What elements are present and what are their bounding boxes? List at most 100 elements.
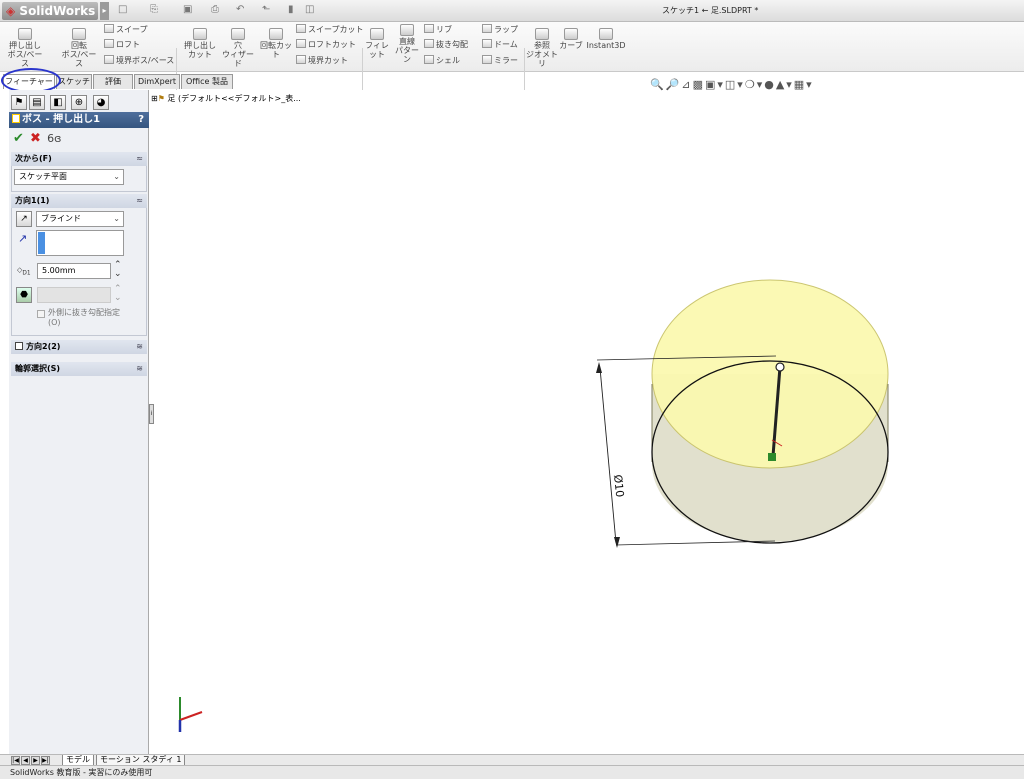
- direction2-group-header[interactable]: 方向2(2) ≋: [11, 340, 147, 354]
- heads-up-view-toolbar[interactable]: 🔍🔎⊿▩▣▾◫▾❍▾●▲▾▦▾: [650, 78, 814, 92]
- tab-sketch[interactable]: スケッチ: [56, 74, 92, 89]
- extrude-boss-button[interactable]: 押し出し ボス/ベース: [6, 28, 44, 68]
- reference-geometry-label: 参照 ジオメトリ: [526, 41, 558, 68]
- open-document-icon[interactable]: ⎘: [150, 4, 158, 15]
- from-group-header[interactable]: 次から(F) ≈: [11, 152, 147, 166]
- model-view[interactable]: Ø10: [150, 92, 1024, 754]
- expand-icon[interactable]: ≋: [136, 362, 143, 376]
- collapse-icon[interactable]: ≈: [136, 152, 143, 166]
- display-manager-tab-icon[interactable]: ◕: [93, 95, 109, 110]
- draft-outward-checkbox[interactable]: [37, 310, 45, 318]
- draft-angle-input[interactable]: [37, 287, 111, 303]
- dome-label: ドーム: [494, 40, 518, 49]
- hole-wizard-button[interactable]: 穴 ウィザード: [220, 28, 256, 68]
- draft-toggle-icon[interactable]: ⬣: [16, 287, 32, 303]
- tab-office-products[interactable]: Office 製品: [181, 74, 233, 89]
- cancel-icon[interactable]: ✖: [30, 131, 41, 146]
- instant3d-icon: [599, 28, 613, 40]
- dimension-line: [599, 367, 617, 544]
- boundary-boss-icon: [104, 55, 114, 64]
- selection-indicator: [38, 232, 45, 254]
- draft-spinner[interactable]: ⌃ ⌄: [114, 285, 122, 303]
- direction1-group-header[interactable]: 方向1(1) ≈: [11, 194, 147, 208]
- help-icon[interactable]: ?: [138, 112, 144, 128]
- ok-icon[interactable]: ✔: [13, 131, 24, 146]
- mirror-button[interactable]: ミラー: [482, 55, 518, 67]
- reverse-direction-icon[interactable]: ↗: [16, 211, 32, 227]
- rib-button[interactable]: リブ: [424, 24, 452, 36]
- shell-button[interactable]: シェル: [424, 55, 460, 67]
- loft-label: ロフト: [116, 40, 140, 49]
- print-icon[interactable]: ⎙: [211, 4, 219, 15]
- contour-group-header[interactable]: 輪郭選択(S) ≋: [11, 362, 147, 376]
- reference-geometry-icon: [535, 28, 549, 40]
- direction2-checkbox[interactable]: [15, 342, 23, 350]
- save-icon[interactable]: ▣: [183, 4, 192, 15]
- boundary-boss-button[interactable]: 境界ボス/ベース: [104, 55, 174, 67]
- tab-evaluate[interactable]: 評価: [93, 74, 133, 89]
- undo-icon[interactable]: ↶: [236, 4, 244, 15]
- depth-spinner[interactable]: ⌃ ⌄: [114, 261, 122, 279]
- title-bar: ◈ SolidWorks ▸ □ ⎘ ▣ ⎙ ↶ ⬑ ▮ ◫ スケッチ1 ← 足…: [0, 0, 1024, 22]
- extrude-boss-icon: [18, 28, 32, 40]
- rebuild-icon[interactable]: ▮: [288, 4, 294, 15]
- revolve-cut-button[interactable]: 回転カット: [258, 28, 294, 59]
- revolve-boss-button[interactable]: 回転 ボス/ベース: [60, 28, 98, 68]
- graphics-area[interactable]: Ø10: [150, 92, 1024, 754]
- linear-pattern-button[interactable]: 直線 パターン: [392, 24, 422, 64]
- start-condition-select[interactable]: スケッチ平面 ⌄: [14, 169, 124, 185]
- revolve-boss-label: 回転 ボス/ベース: [61, 41, 97, 68]
- prev-tab-icon[interactable]: ◀: [21, 756, 30, 765]
- loft-button[interactable]: ロフト: [104, 39, 140, 51]
- draft-button[interactable]: 抜き勾配: [424, 39, 468, 51]
- mirror-icon: [482, 55, 492, 64]
- extrude-cut-button[interactable]: 押し出し カット: [183, 28, 217, 59]
- direction-vector-field[interactable]: [36, 230, 124, 256]
- expand-icon[interactable]: ≋: [136, 340, 143, 354]
- end-condition-select[interactable]: ブラインド ⌄: [36, 211, 124, 227]
- swept-cut-button[interactable]: スイープカット: [296, 24, 364, 36]
- reference-geometry-button[interactable]: 参照 ジオメトリ: [526, 28, 558, 68]
- lofted-cut-button[interactable]: ロフトカット: [296, 39, 356, 51]
- ribbon-divider: [362, 48, 363, 90]
- instant3d-label: Instant3D: [586, 41, 626, 50]
- first-tab-icon[interactable]: |◀: [11, 756, 20, 765]
- next-tab-icon[interactable]: ▶: [31, 756, 40, 765]
- revolve-cut-icon: [269, 28, 283, 40]
- depth-input[interactable]: 5.00mm: [37, 263, 111, 279]
- collapse-icon[interactable]: ≈: [136, 194, 143, 208]
- dimension-arrow-top: [596, 362, 602, 373]
- wrap-button[interactable]: ラップ: [482, 24, 518, 36]
- curves-button[interactable]: カーブ: [558, 28, 584, 50]
- sweep-button[interactable]: スイープ: [104, 24, 148, 36]
- boss-extrude-icon: [12, 114, 20, 123]
- draft-label: 抜き勾配: [436, 40, 468, 49]
- options-icon[interactable]: ◫: [305, 4, 314, 15]
- new-document-icon[interactable]: □: [118, 4, 127, 15]
- instant3d-button[interactable]: Instant3D: [586, 28, 626, 50]
- property-manager-tab-icon[interactable]: ▤: [29, 95, 45, 110]
- dome-button[interactable]: ドーム: [482, 39, 518, 51]
- panel-splitter[interactable]: ⁞: [149, 404, 154, 424]
- solidworks-logo[interactable]: ◈ SolidWorks: [2, 2, 98, 20]
- panel-tab-bar: ⚑ ▤ ◧ ⊕ ◕: [9, 94, 149, 110]
- drag-handle-icon[interactable]: [775, 362, 785, 372]
- linear-pattern-label: 直線 パターン: [395, 37, 419, 64]
- feature-tree-tab-icon[interactable]: ⚑: [11, 95, 27, 110]
- tab-dimxpert[interactable]: DimXpert: [134, 74, 180, 89]
- boundary-cut-button[interactable]: 境界カット: [296, 55, 348, 67]
- feature-tree-root[interactable]: ⊞⚑ 足 (デフォルト<<デフォルト>_表...: [151, 93, 301, 104]
- dimxpert-tab-icon[interactable]: ⊕: [71, 95, 87, 110]
- end-condition-value: ブラインド: [41, 214, 81, 223]
- preview-icon[interactable]: 6ɞ: [47, 132, 61, 145]
- select-icon[interactable]: ⬑: [262, 4, 270, 15]
- diameter-dimension[interactable]: Ø10: [611, 474, 626, 498]
- menu-arrow-icon[interactable]: ▸: [100, 2, 109, 20]
- depth-icon: ◇D1: [17, 266, 31, 277]
- property-title: ボス - 押し出し1: [22, 114, 101, 125]
- last-tab-icon[interactable]: ▶|: [41, 756, 50, 765]
- direction2-label: 方向2(2): [26, 342, 61, 351]
- app-name: SolidWorks: [19, 4, 96, 18]
- configuration-tab-icon[interactable]: ◧: [50, 95, 66, 110]
- fillet-button[interactable]: フィレット: [364, 28, 390, 59]
